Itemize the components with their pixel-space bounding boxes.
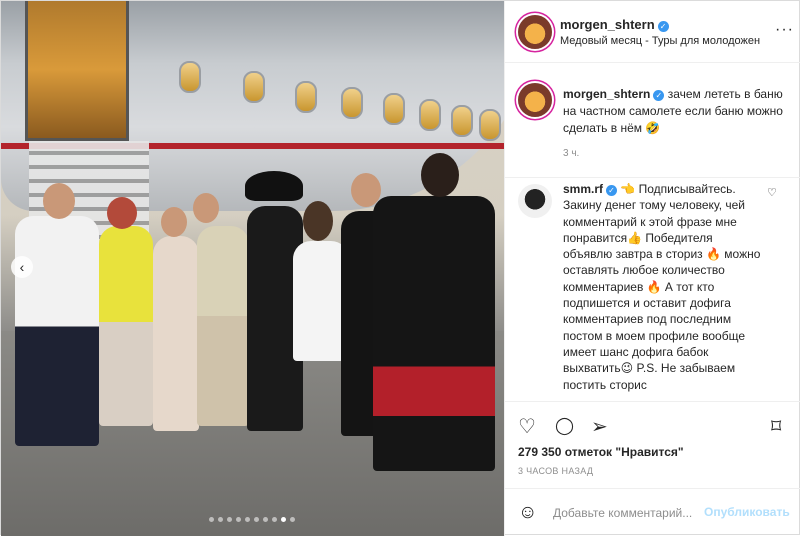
carousel-dot	[272, 517, 277, 522]
jet-window	[451, 105, 473, 137]
jet-door	[25, 1, 129, 141]
carousel-dot	[218, 517, 223, 522]
carousel-dot	[245, 517, 250, 522]
jet-window	[341, 87, 363, 119]
caption-text-row: morgen_shtern ✓ зачем лететь в баню на ча…	[563, 86, 793, 137]
jet-window	[179, 61, 201, 93]
more-options-icon[interactable]: ···	[775, 21, 794, 39]
jet-window	[479, 109, 501, 141]
likes-count[interactable]: 279 350 отметок "Нравится"	[518, 445, 684, 459]
comment-text-row: smm.rf ✓ 👈 Подписывайтесь. Закину денег т…	[563, 181, 763, 393]
header-username-row: morgen_shtern ✓	[560, 17, 669, 32]
jet-window	[383, 93, 405, 125]
person-head	[421, 153, 459, 197]
caption: morgen_shtern ✓ зачем лететь в баню на ча…	[505, 63, 800, 178]
carousel-dot	[227, 517, 232, 522]
person	[153, 236, 199, 431]
caption-username[interactable]: morgen_shtern	[563, 87, 650, 101]
post-side-panel: morgen_shtern ✓ Медовый месяц - Туры для …	[504, 1, 800, 536]
person-head	[107, 197, 137, 229]
comment-avatar[interactable]	[518, 184, 552, 218]
post-header: morgen_shtern ✓ Медовый месяц - Туры для …	[505, 1, 800, 63]
save-bookmark-icon[interactable]: ⌑	[771, 414, 781, 439]
post-comment-button[interactable]: Опубликовать	[704, 505, 790, 519]
person	[15, 216, 99, 446]
person	[99, 226, 153, 426]
share-icon[interactable]: ➢	[591, 414, 608, 439]
carousel-dot	[290, 517, 295, 522]
comment-input[interactable]	[553, 502, 703, 524]
header-username[interactable]: morgen_shtern	[560, 17, 655, 32]
verified-badge-icon: ✓	[657, 21, 669, 32]
carousel-dot	[254, 517, 259, 522]
carousel-indicator	[209, 517, 295, 522]
comment: smm.rf ✓ 👈 Подписывайтесь. Закину денег т…	[505, 178, 800, 401]
comment-like-icon[interactable]: ♡	[767, 186, 777, 199]
comment-text: 👈 Подписывайтесь. Закину денег тому чело…	[563, 182, 761, 392]
verified-badge-icon: ✓	[653, 90, 665, 101]
person-head	[193, 193, 219, 223]
person-head	[161, 207, 187, 237]
post-actions: ♡ ◯ ➢ ⌑ 279 350 отметок "Нравится" 3 ЧАС…	[505, 401, 800, 496]
post-time-ago[interactable]: 3 ЧАСОВ НАЗАД	[518, 466, 593, 476]
jet-window	[419, 99, 441, 131]
jet-window	[243, 71, 265, 103]
like-icon[interactable]: ♡	[518, 414, 536, 439]
post-photo[interactable]: ‹	[1, 1, 504, 536]
post-frame: ‹ morgen_shtern ✓ Медовый месяц - Туры дл…	[0, 0, 800, 536]
avatar[interactable]	[518, 15, 552, 49]
person	[373, 196, 495, 471]
carousel-dot	[281, 517, 286, 522]
emoji-picker-icon[interactable]: ☺	[518, 502, 537, 524]
chevron-left-icon: ‹	[19, 259, 25, 275]
person-hat	[245, 171, 303, 201]
carousel-dot	[263, 517, 268, 522]
carousel-dot	[236, 517, 241, 522]
comment-username[interactable]: smm.rf	[563, 182, 603, 196]
comment-composer: ☺ Опубликовать	[505, 488, 800, 536]
caption-time[interactable]: 3 ч.	[563, 148, 579, 159]
verified-badge-icon: ✓	[606, 185, 618, 196]
location-link[interactable]: Медовый месяц - Туры для молодожен	[560, 35, 760, 47]
previous-photo-button[interactable]: ‹	[11, 256, 33, 278]
person-head	[303, 201, 333, 241]
person-head	[43, 183, 75, 219]
caption-avatar[interactable]	[518, 83, 552, 117]
comment-icon[interactable]: ◯	[555, 416, 574, 436]
carousel-dot	[209, 517, 214, 522]
jet-window	[295, 81, 317, 113]
person	[197, 226, 249, 426]
